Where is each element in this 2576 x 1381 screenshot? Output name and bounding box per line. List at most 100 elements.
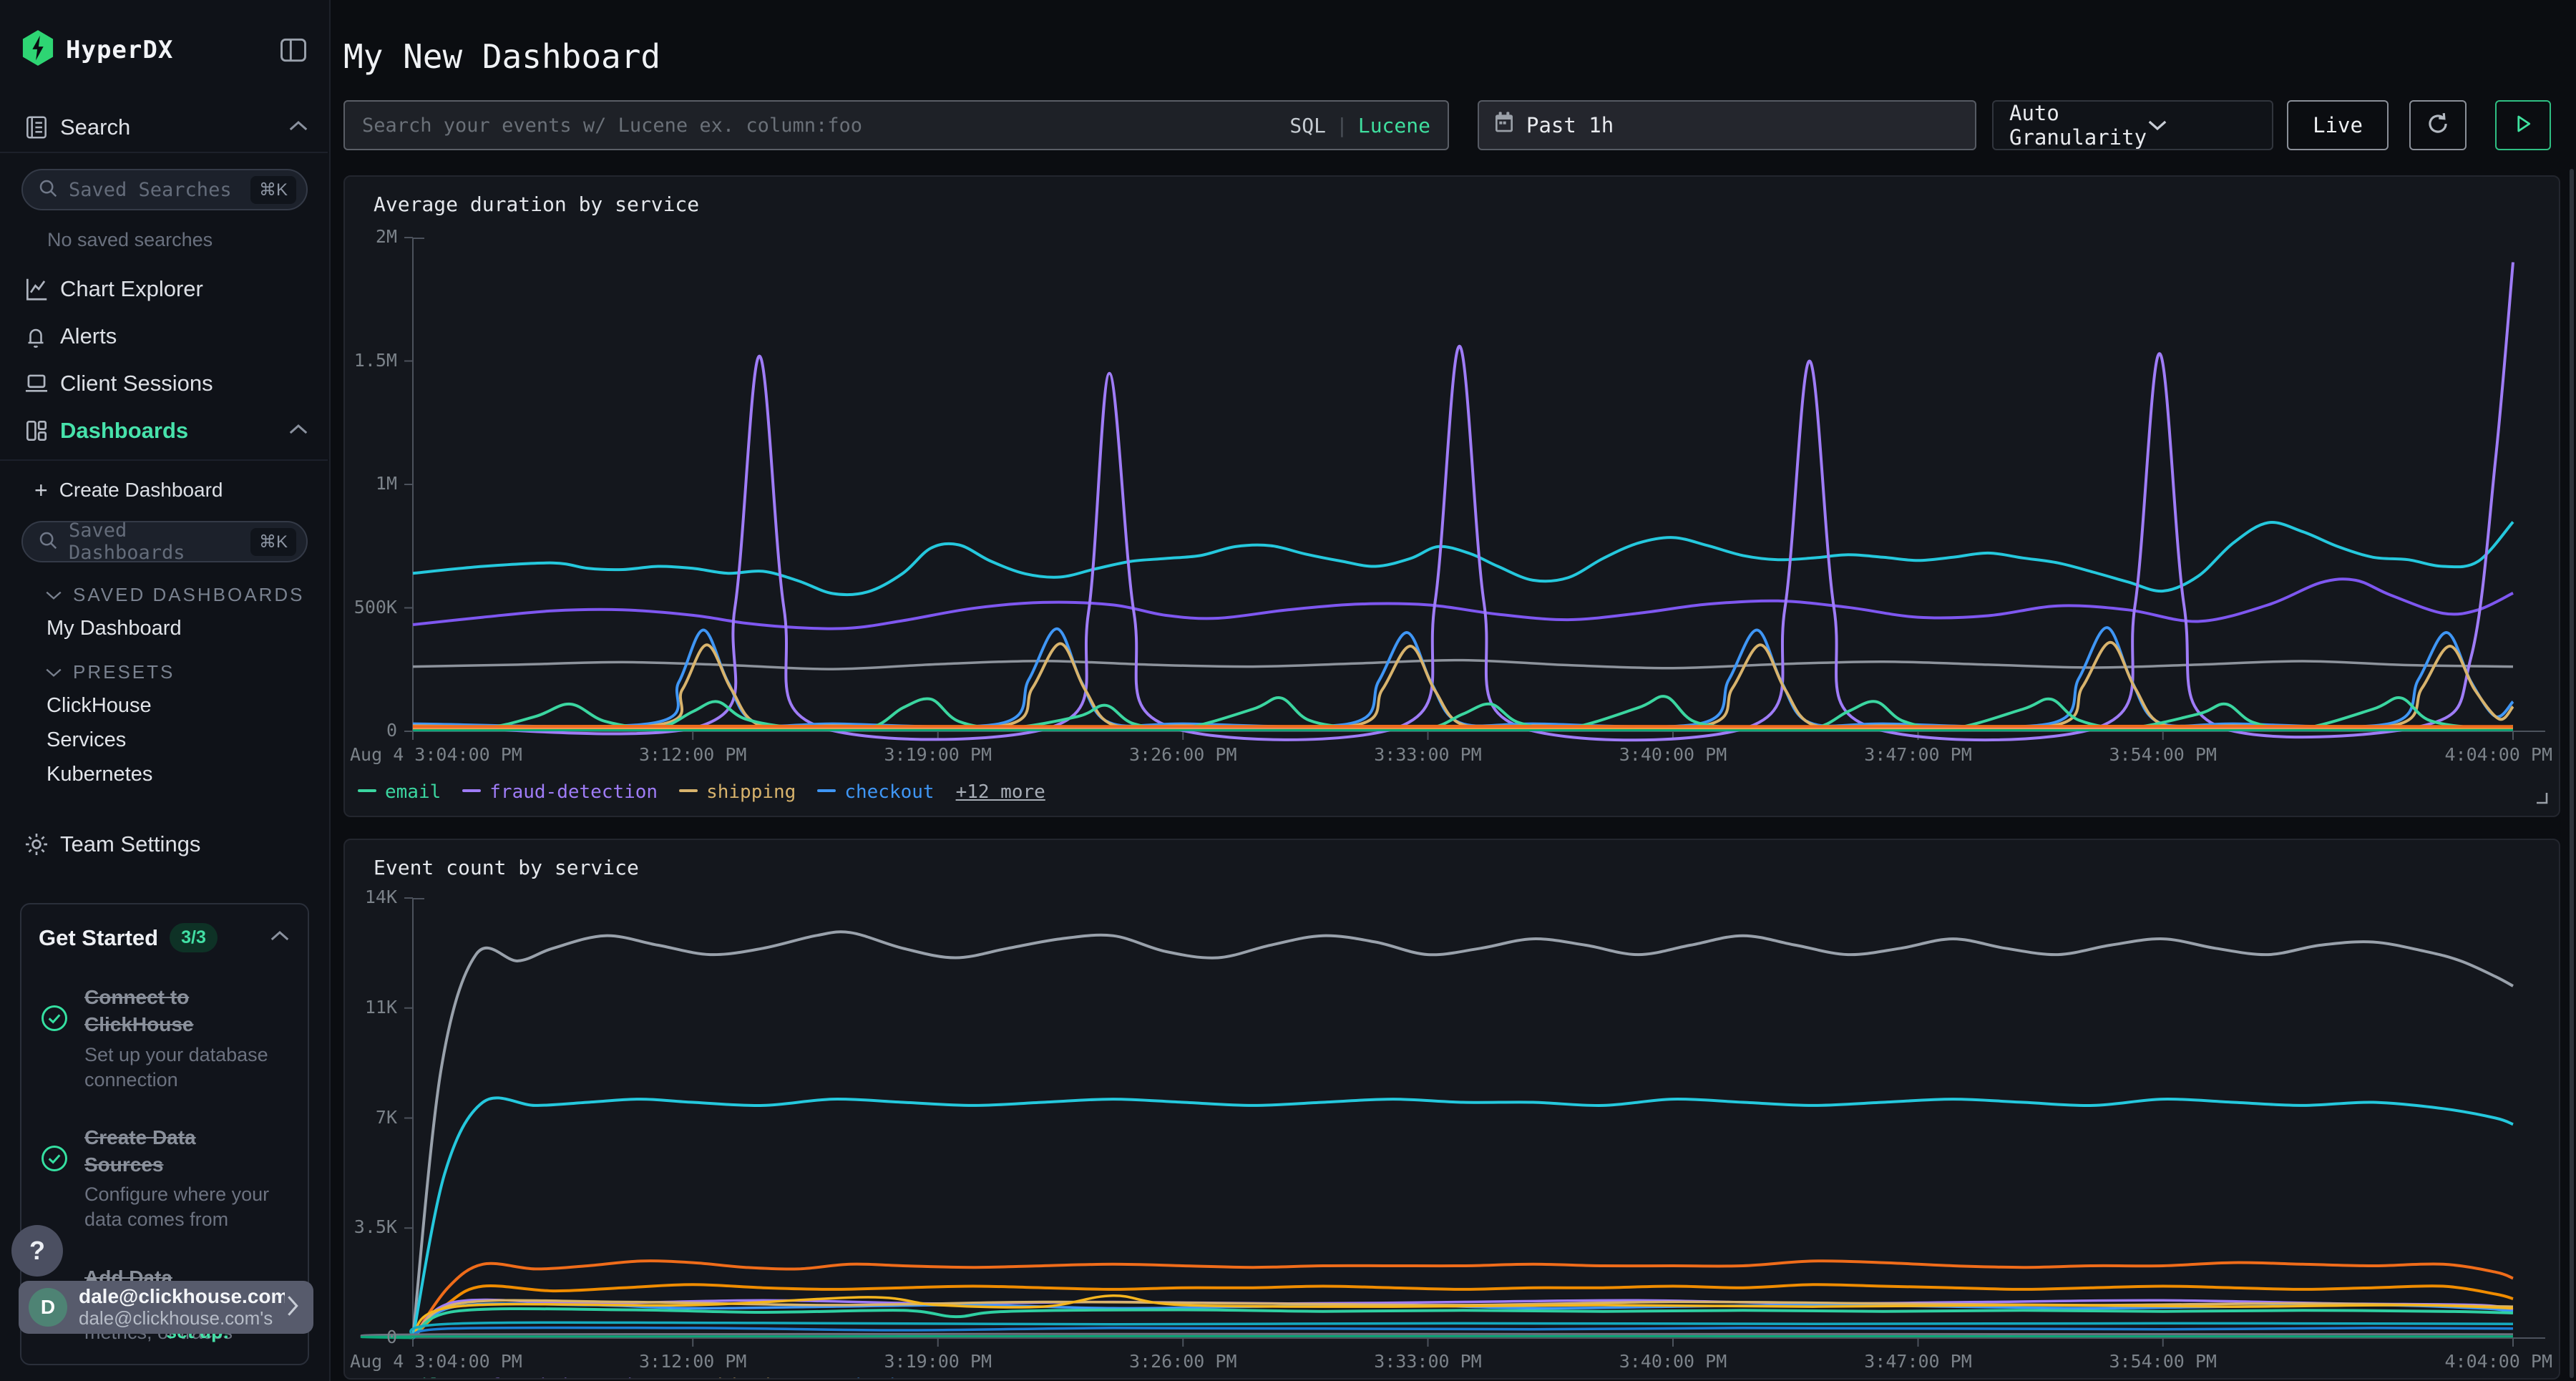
calendar-icon <box>1493 111 1515 140</box>
page-title: My New Dashboard <box>343 37 660 76</box>
sidebar-divider <box>0 459 328 461</box>
x-axis-tick-label: 3:33:00 PM <box>1320 744 1535 765</box>
series-fraud-detection <box>413 263 2513 741</box>
saved-searches-placeholder: Saved Searches <box>69 179 250 201</box>
dashboards-grid-icon <box>23 417 52 444</box>
chart-title: Event count by service <box>374 856 639 879</box>
dashboard-panel-1[interactable]: Average duration by service emailfraud-d… <box>343 175 2560 817</box>
time-range-value: Past 1h <box>1526 113 1614 137</box>
brand-name: HyperDX <box>66 36 173 64</box>
saved-searches-input[interactable]: Saved Searches ⌘K <box>21 169 308 210</box>
x-axis-tick-label: 3:40:00 PM <box>1566 744 1780 765</box>
sidebar-item-dashboards[interactable]: Dashboards <box>0 411 329 451</box>
sidebar-item-search[interactable]: Search <box>0 107 329 147</box>
legend-dash <box>358 789 376 792</box>
x-axis-tick-label: 4:04:00 PM <box>2366 744 2552 765</box>
get-started-title: Get Started <box>39 925 158 951</box>
resize-handle-icon[interactable] <box>2534 791 2549 809</box>
get-started-step-connect[interactable]: Connect to ClickHouse Set up your databa… <box>39 984 291 1093</box>
y-axis-tick-label: 3.5K <box>343 1216 397 1237</box>
refresh-button[interactable] <box>2409 100 2467 150</box>
chevron-down-icon <box>44 584 63 606</box>
mode-divider: | <box>1336 114 1348 137</box>
saved-dashboards-placeholder: Saved Dashboards <box>69 519 250 564</box>
sidebar-item-chart-explorer[interactable]: Chart Explorer <box>0 269 329 309</box>
sidebar-link-services[interactable]: Services <box>47 728 126 752</box>
x-axis-tick-label: 3:40:00 PM <box>1566 1351 1780 1372</box>
sidebar-item-label: Dashboards <box>60 418 188 444</box>
get-started-step-sources[interactable]: Create Data Sources Configure where your… <box>39 1124 291 1233</box>
help-button[interactable]: ? <box>11 1225 63 1277</box>
shortcut-badge: ⌘K <box>250 528 296 556</box>
shortcut-badge: ⌘K <box>250 176 296 204</box>
sidebar-divider <box>0 152 328 153</box>
legend-item-shipping[interactable]: shipping <box>679 1375 796 1380</box>
sidebar-collapse-icon[interactable] <box>278 34 309 66</box>
section-saved-dashboards[interactable]: SAVED DASHBOARDS <box>44 584 304 606</box>
x-axis-tick-label: 3:26:00 PM <box>1075 744 1290 765</box>
sidebar-link-kubernetes[interactable]: Kubernetes <box>47 763 152 786</box>
gear-icon <box>23 831 52 858</box>
x-axis-tick-label: 3:19:00 PM <box>831 1351 1045 1372</box>
x-axis-tick-label: 3:54:00 PM <box>2056 1351 2270 1372</box>
legend-item-email[interactable]: email <box>358 781 441 803</box>
series-gray <box>413 932 2513 1338</box>
sidebar-item-label: Client Sessions <box>60 371 213 396</box>
sql-mode-toggle[interactable]: SQL <box>1289 114 1326 137</box>
hyperdx-app: HyperDX Search Saved Searches ⌘K No save… <box>0 0 2576 1381</box>
create-dashboard-label: Create Dashboard <box>59 479 223 502</box>
y-axis-tick-label: 1M <box>343 473 397 494</box>
y-axis-tick-label: 11K <box>343 997 397 1018</box>
legend-item-email[interactable]: email <box>358 1375 441 1380</box>
x-axis-tick-label: 3:33:00 PM <box>1320 1351 1535 1372</box>
x-axis-tick-label: 3:26:00 PM <box>1075 1351 1290 1372</box>
help-question-mark: ? <box>29 1236 45 1266</box>
granularity-select[interactable]: Auto Granularity <box>1992 100 2273 150</box>
sidebar-link-my-dashboard[interactable]: My Dashboard <box>47 617 182 640</box>
chart-legend-2: email fraud-detection shipping checkout +15 … <box>358 1375 1045 1380</box>
vertical-scrollbar[interactable] <box>2570 169 2574 1378</box>
sidebar-item-client-sessions[interactable]: Client Sessions <box>0 363 329 404</box>
chevron-up-icon[interactable] <box>269 929 291 946</box>
legend-more-link[interactable]: +12 more <box>956 781 1045 803</box>
legend-item-fraud-detection[interactable]: fraud-detection <box>462 1375 658 1380</box>
avatar: D <box>29 1288 67 1327</box>
section-presets[interactable]: PRESETS <box>44 661 175 683</box>
live-button[interactable]: Live <box>2287 100 2389 150</box>
event-search-input[interactable]: Search your events w/ Lucene ex. column:… <box>343 100 1449 150</box>
x-axis-tick-label: Aug 4 3:04:00 PM <box>350 1351 579 1372</box>
x-axis-tick-label: 4:04:00 PM <box>2366 1351 2552 1372</box>
run-query-button[interactable] <box>2495 100 2551 150</box>
y-axis-tick-label: 500K <box>343 597 397 618</box>
user-account-chip[interactable]: D dale@clickhouse.com dale@clickhouse.co… <box>19 1281 313 1334</box>
y-axis-tick-label: 0 <box>343 1327 397 1347</box>
sidebar-item-team-settings[interactable]: Team Settings <box>0 824 329 864</box>
time-range-picker[interactable]: Past 1h <box>1478 100 1976 150</box>
create-dashboard-button[interactable]: + Create Dashboard <box>0 472 329 508</box>
legend-item-shipping[interactable]: shipping <box>679 781 796 803</box>
series-purple <box>413 579 2513 628</box>
section-label-text: SAVED DASHBOARDS <box>73 584 304 606</box>
dashboard-panel-2[interactable]: Event count by service email fraud-detect… <box>343 839 2560 1380</box>
bell-icon <box>23 323 52 349</box>
series-checkout <box>413 1304 2513 1338</box>
saved-dashboards-input[interactable]: Saved Dashboards ⌘K <box>21 521 308 562</box>
legend-item-checkout[interactable]: checkout <box>817 1375 934 1380</box>
legend-item-checkout[interactable]: checkout <box>817 781 934 803</box>
sidebar-item-label: Alerts <box>60 323 117 349</box>
x-axis-tick-label: Aug 4 3:04:00 PM <box>350 744 579 765</box>
sidebar-item-alerts[interactable]: Alerts <box>0 316 329 356</box>
series-cyan <box>413 522 2513 595</box>
brand[interactable]: HyperDX <box>21 30 173 69</box>
sidebar-link-clickhouse[interactable]: ClickHouse <box>47 694 152 718</box>
x-axis-tick-label: 3:47:00 PM <box>1811 744 2026 765</box>
legend-more-link[interactable]: +15 more <box>956 1375 1045 1380</box>
chevron-up-icon <box>288 119 309 136</box>
step-title: Create Data Sources <box>84 1124 275 1179</box>
no-saved-searches-note: No saved searches <box>47 229 213 251</box>
sidebar-item-label: Team Settings <box>60 831 200 857</box>
lucene-mode-toggle[interactable]: Lucene <box>1358 114 1430 137</box>
event-search-placeholder: Search your events w/ Lucene ex. column:… <box>362 114 1289 137</box>
legend-item-fraud-detection[interactable]: fraud-detection <box>462 781 658 803</box>
y-axis-tick-label: 1.5M <box>343 350 397 371</box>
